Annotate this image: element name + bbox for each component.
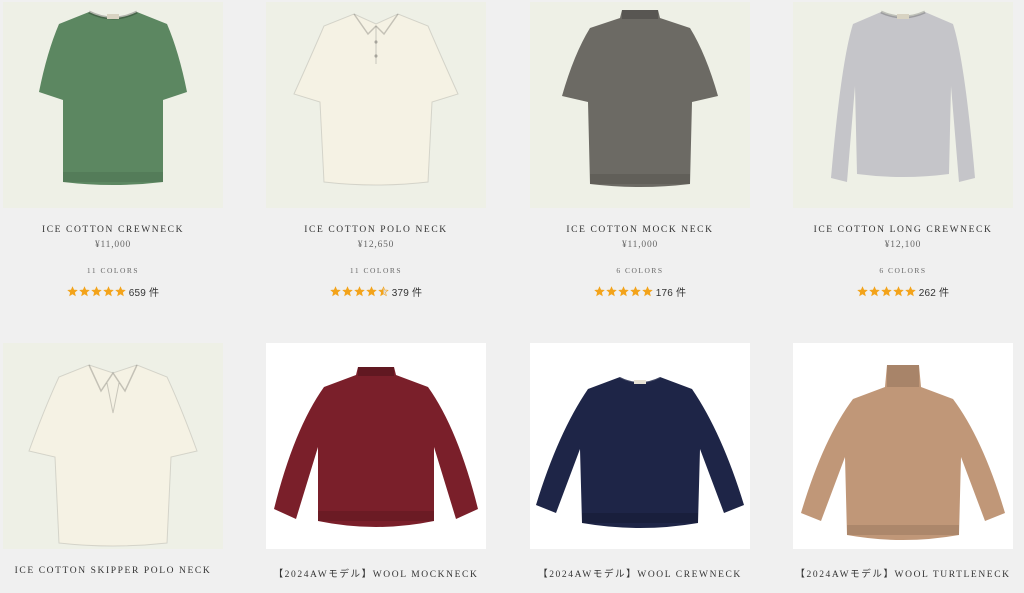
review-count[interactable]: 262 件 — [919, 284, 949, 299]
rating: 262 件 — [793, 284, 1013, 299]
star-icon — [354, 286, 365, 297]
product-image[interactable] — [266, 343, 486, 549]
product-image[interactable] — [3, 2, 223, 208]
color-count: 6 COLORS — [879, 266, 927, 275]
star-icon — [366, 286, 377, 297]
rating-stars — [594, 286, 653, 297]
star-icon — [606, 286, 617, 297]
product-price: ¥12,100 — [884, 240, 922, 250]
mock-sweater-garment — [274, 367, 478, 527]
product-image[interactable] — [793, 343, 1013, 549]
product-card[interactable]: ICE COTTON MOCK NECK ¥11,000 6 COLORS 17… — [530, 2, 750, 299]
crew-sweater-garment — [536, 377, 744, 528]
review-count[interactable]: 176 件 — [656, 284, 686, 299]
mock-tee-garment — [562, 10, 718, 187]
long-crewneck-garment — [831, 12, 975, 182]
star-icon — [869, 286, 880, 297]
product-name[interactable]: 【2024AWモデル】WOOL CREWNECK — [530, 566, 750, 580]
product-image[interactable] — [530, 343, 750, 549]
review-count[interactable]: 659 件 — [129, 284, 159, 299]
star-icon — [594, 286, 605, 297]
crewneck-tee-garment — [39, 12, 187, 185]
star-icon — [79, 286, 90, 297]
star-icon — [378, 286, 389, 297]
star-icon — [115, 286, 126, 297]
rating: 176 件 — [530, 284, 750, 299]
rating-stars — [857, 286, 916, 297]
product-name[interactable]: ICE COTTON MOCK NECK — [530, 225, 750, 235]
star-icon — [91, 286, 102, 297]
star-icon — [857, 286, 868, 297]
product-image[interactable] — [530, 2, 750, 208]
product-name[interactable]: ICE COTTON POLO NECK — [266, 225, 486, 235]
product-card[interactable]: 【2024AWモデル】WOOL MOCKNECK — [266, 343, 486, 580]
skipper-polo-garment — [28, 364, 198, 547]
rating: 379 件 — [266, 284, 486, 299]
product-card[interactable]: 【2024AWモデル】WOOL CREWNECK — [530, 343, 750, 580]
product-grid: ICE COTTON CREWNECK ¥11,000 11 COLORS 65… — [0, 0, 1024, 593]
product-name[interactable]: 【2024AWモデル】WOOL TURTLENECK — [793, 566, 1013, 580]
product-name[interactable]: 【2024AWモデル】WOOL MOCKNECK — [266, 566, 486, 580]
rating: 659 件 — [3, 284, 223, 299]
product-card[interactable]: 【2024AWモデル】WOOL TURTLENECK — [793, 343, 1013, 580]
product-card[interactable]: ICE COTTON POLO NECK ¥12,650 11 COLORS 3… — [266, 2, 486, 299]
turtleneck-sweater-garment — [801, 365, 1005, 540]
product-card[interactable]: ICE COTTON CREWNECK ¥11,000 11 COLORS 65… — [3, 2, 223, 299]
star-icon — [630, 286, 641, 297]
star-icon — [342, 286, 353, 297]
product-name[interactable]: ICE COTTON LONG CREWNECK — [793, 225, 1013, 235]
product-name[interactable]: ICE COTTON SKIPPER POLO NECK — [3, 566, 223, 576]
product-name[interactable]: ICE COTTON CREWNECK — [3, 225, 223, 235]
product-image[interactable] — [3, 343, 223, 549]
color-count: 6 COLORS — [616, 266, 664, 275]
star-icon — [618, 286, 629, 297]
star-icon — [905, 286, 916, 297]
product-image[interactable] — [266, 2, 486, 208]
star-icon — [103, 286, 114, 297]
star-icon — [881, 286, 892, 297]
star-icon — [893, 286, 904, 297]
product-card[interactable]: ICE COTTON SKIPPER POLO NECK — [3, 343, 223, 576]
color-count: 11 COLORS — [349, 266, 403, 275]
review-count[interactable]: 379 件 — [392, 284, 422, 299]
product-price: ¥12,650 — [357, 240, 395, 250]
product-price: ¥11,000 — [621, 240, 659, 250]
star-icon — [642, 286, 653, 297]
product-image[interactable] — [793, 2, 1013, 208]
star-icon — [67, 286, 78, 297]
color-count: 11 COLORS — [86, 266, 140, 275]
rating-stars — [67, 286, 126, 297]
rating-stars — [330, 286, 389, 297]
product-card[interactable]: ICE COTTON LONG CREWNECK ¥12,100 6 COLOR… — [793, 2, 1013, 299]
product-price: ¥11,000 — [94, 240, 132, 250]
star-icon — [330, 286, 341, 297]
